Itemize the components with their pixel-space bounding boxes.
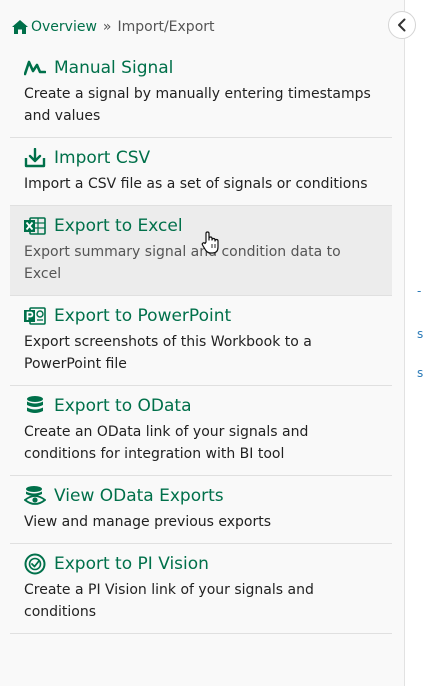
export-to-pi-vision-title: Export to PI Vision [54,554,209,574]
export-to-odata-option[interactable]: Export to OData Create an OData link of … [10,386,392,476]
export-to-odata-description: Create an OData link of your signals and… [24,424,309,462]
powerpoint-icon [24,305,46,327]
signal-wave-icon [24,57,46,79]
manual-signal-title: Manual Signal [54,58,174,78]
breadcrumb-current: Import/Export [117,19,215,35]
breadcrumb-overview-label: Overview [31,19,97,35]
export-to-pi-vision-option[interactable]: Export to PI Vision Create a PI Vision l… [10,544,392,634]
import-csv-option[interactable]: Import CSV Import a CSV file as a set of… [10,138,392,206]
import-csv-description: Import a CSV file as a set of signals or… [24,176,368,192]
breadcrumb-separator: » [102,19,112,35]
database-icon [24,395,46,417]
manual-signal-option[interactable]: Manual Signal Create a signal by manuall… [10,48,392,138]
export-to-powerpoint-description: Export screenshots of this Workbook to a… [24,334,312,372]
export-to-powerpoint-option[interactable]: Export to PowerPoint Export screenshots … [10,296,392,386]
pi-vision-icon [24,553,46,575]
database-view-icon [24,485,46,507]
home-icon [12,20,28,34]
import-export-options: Manual Signal Create a signal by manuall… [10,48,392,634]
manual-signal-description: Create a signal by manually entering tim… [24,86,371,124]
view-odata-exports-title: View OData Exports [54,486,224,506]
export-to-excel-title: Export to Excel [54,216,183,236]
download-tray-icon [24,147,46,169]
export-to-pi-vision-description: Create a PI Vision link of your signals … [24,582,314,620]
chevron-left-icon [398,18,406,32]
export-to-odata-title: Export to OData [54,396,192,416]
import-csv-title: Import CSV [54,148,151,168]
import-export-panel: Overview » Import/Export Manual Signal C… [0,0,404,686]
view-odata-exports-option[interactable]: View OData Exports View and manage previ… [10,476,392,544]
excel-icon [24,215,46,237]
breadcrumb-overview-link[interactable]: Overview [11,19,97,35]
right-panel-fragment: - [417,284,422,298]
collapse-panel-button[interactable] [388,11,416,39]
view-odata-exports-description: View and manage previous exports [24,514,272,530]
export-to-powerpoint-title: Export to PowerPoint [54,306,232,326]
hand-cursor-icon [201,231,219,254]
breadcrumb: Overview » Import/Export [11,17,215,37]
right-panel-edge [404,0,423,686]
right-panel-fragment: s [417,327,423,341]
right-panel-fragment: s [417,366,423,380]
